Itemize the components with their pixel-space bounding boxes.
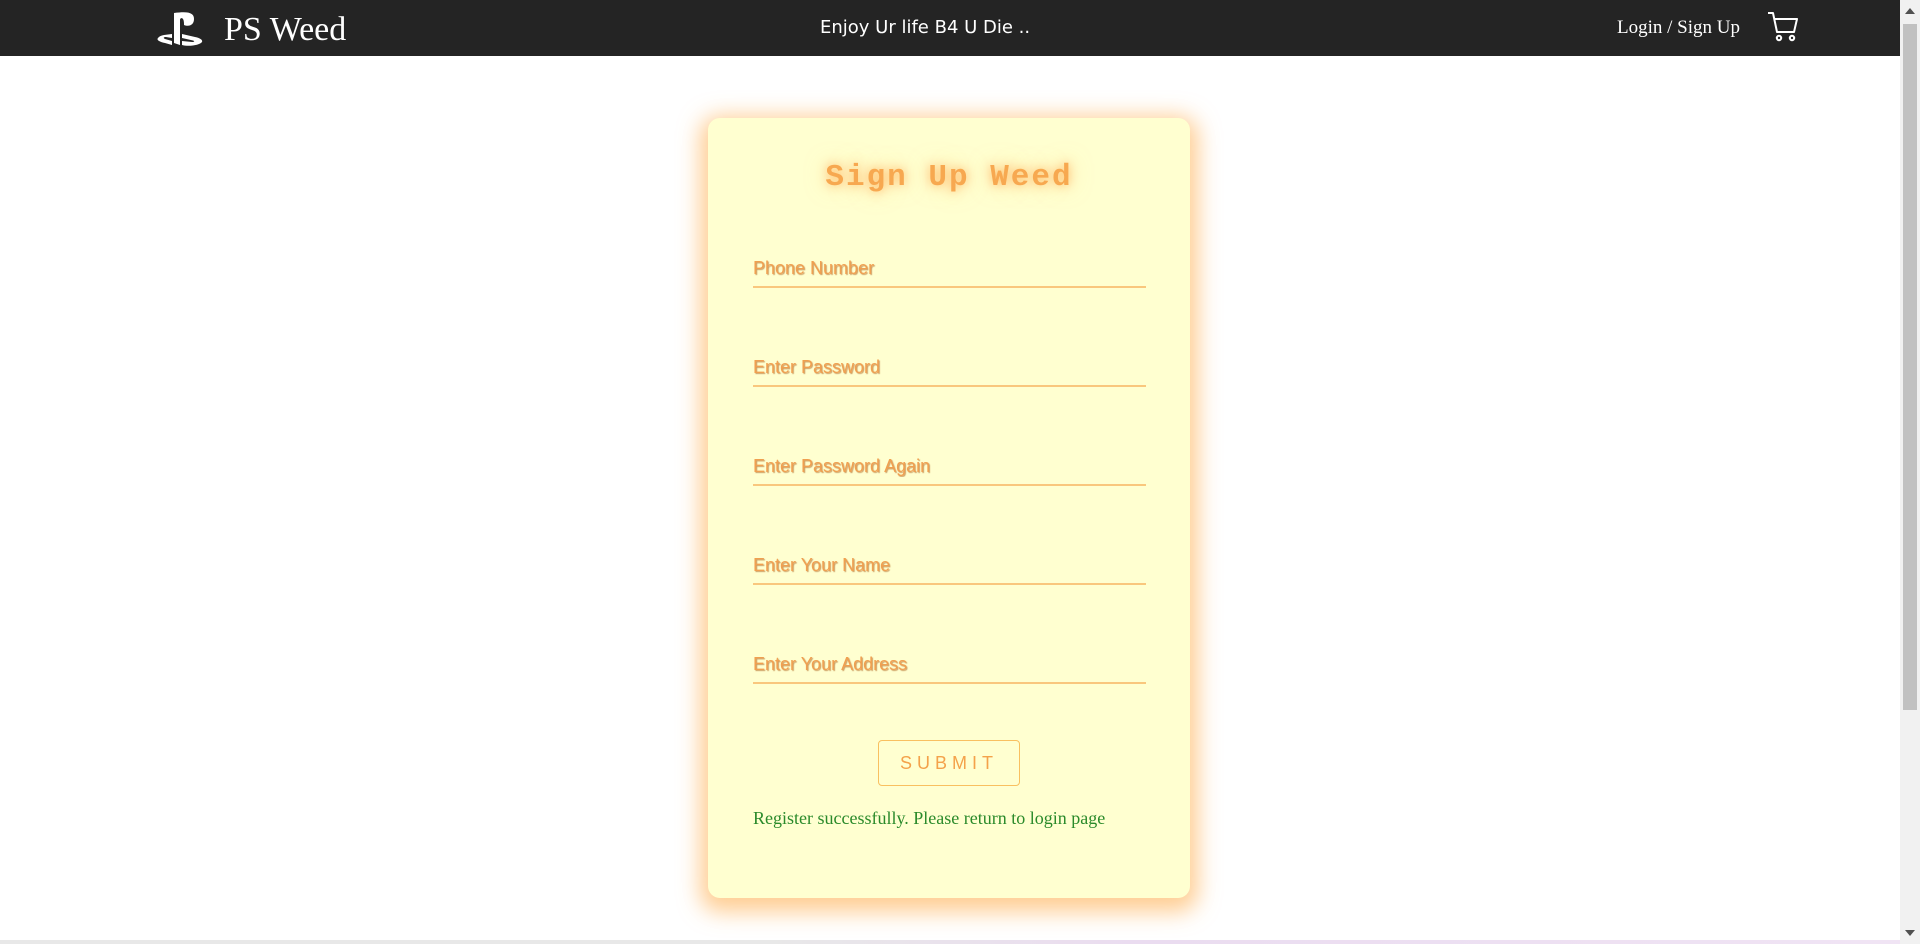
- submit-button[interactable]: SUBMIT: [878, 740, 1020, 786]
- status-message: Register successfully. Please return to …: [753, 808, 1106, 828]
- tagline: Enjoy Ur life B4 U Die ..: [820, 17, 1031, 38]
- playstation-logo-icon: [157, 12, 203, 46]
- scrollbar-thumb[interactable]: [1903, 24, 1917, 710]
- vertical-scrollbar[interactable]: [1900, 0, 1920, 944]
- password-confirm-input[interactable]: [753, 448, 1146, 486]
- scroll-up-arrow-icon[interactable]: [1905, 8, 1915, 14]
- shopping-cart-icon[interactable]: [1766, 10, 1800, 44]
- brand-name: PS Weed: [224, 11, 347, 48]
- password-input[interactable]: [753, 349, 1146, 387]
- login-signup-link[interactable]: Login / Sign Up: [1617, 17, 1740, 39]
- brand[interactable]: PS Weed: [156, 10, 346, 50]
- signup-card: Sign Up Weed SUBMIT Register successfull…: [708, 118, 1190, 898]
- signup-title: Sign Up Weed: [825, 160, 1073, 195]
- address-input[interactable]: [753, 646, 1146, 684]
- phone-number-input[interactable]: [753, 250, 1146, 288]
- scroll-down-arrow-icon[interactable]: [1905, 930, 1915, 936]
- page-bottom-edge: [0, 940, 1900, 944]
- top-navbar: PS Weed Enjoy Ur life B4 U Die .. Login …: [0, 0, 1900, 56]
- name-input[interactable]: [753, 547, 1146, 585]
